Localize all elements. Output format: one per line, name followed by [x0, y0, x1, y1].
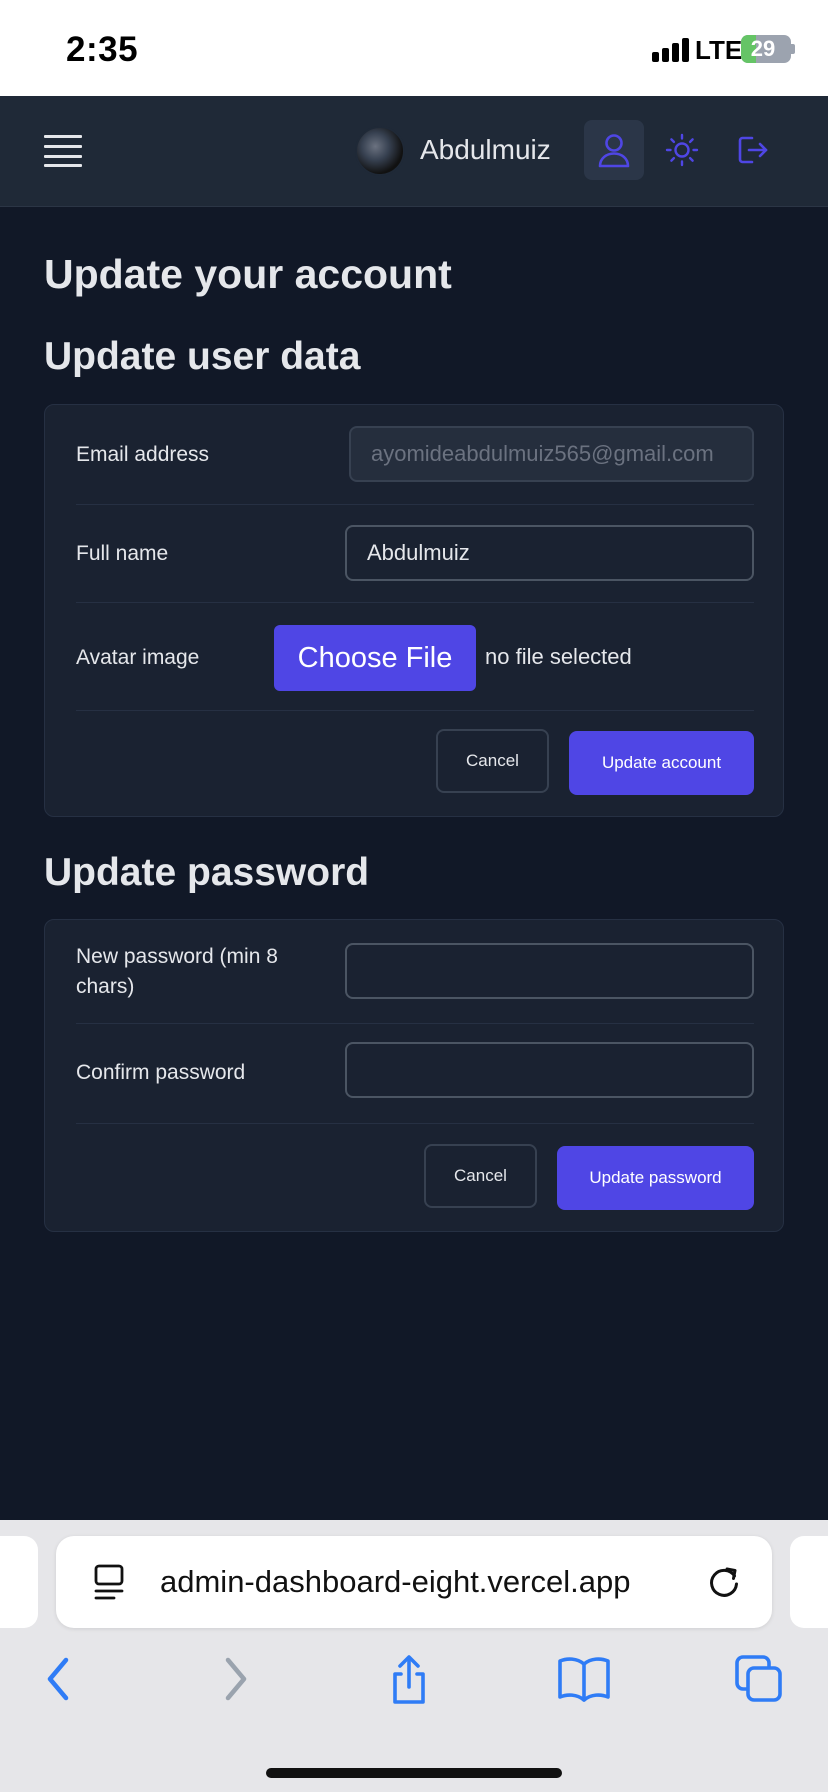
logout-button[interactable]	[722, 120, 782, 180]
form-row-confirm-password: Confirm password	[76, 1024, 754, 1124]
menu-icon[interactable]	[44, 135, 82, 167]
avatar-label: Avatar image	[76, 646, 200, 669]
user-data-form: Email address ayomideabdulmuiz565@gmail.…	[44, 404, 784, 817]
status-bar: 2:35 LTE 29	[0, 0, 828, 96]
logout-icon	[738, 136, 768, 164]
bookmarks-icon[interactable]	[556, 1654, 612, 1704]
account-button[interactable]	[584, 120, 644, 180]
network-type: LTE	[695, 35, 743, 65]
fullname-label: Full name	[76, 542, 169, 565]
tabs-icon[interactable]	[734, 1654, 784, 1704]
cancel-password-button[interactable]: Cancel	[424, 1144, 537, 1208]
form-row-new-password: New password (min 8 chars)	[76, 920, 754, 1024]
home-indicator	[266, 1768, 562, 1778]
battery-percent: 29	[750, 36, 776, 61]
form-row-email: Email address ayomideabdulmuiz565@gmail.…	[76, 405, 754, 505]
app-header: Abdulmuiz	[0, 96, 828, 207]
avatar	[355, 126, 405, 176]
theme-toggle-button[interactable]	[652, 120, 712, 180]
cancel-button[interactable]: Cancel	[436, 729, 549, 793]
user-name: Abdulmuiz	[420, 134, 551, 165]
reload-icon[interactable]	[706, 1562, 742, 1602]
forward-icon[interactable]	[218, 1654, 252, 1704]
confirm-password-field[interactable]	[345, 1042, 754, 1098]
fullname-field[interactable]: Abdulmuiz	[345, 525, 754, 581]
battery-icon: 29	[741, 35, 791, 63]
choose-file-button[interactable]: Choose File	[274, 625, 476, 691]
section-title-password: Update password	[44, 851, 370, 894]
email-field: ayomideabdulmuiz565@gmail.com	[349, 426, 754, 482]
user-icon	[598, 134, 630, 168]
file-status: no file selected	[485, 644, 632, 669]
update-password-button[interactable]: Update password	[557, 1146, 754, 1210]
new-password-label: New password (min 8 chars)	[76, 945, 278, 998]
form-row-fullname: Full name Abdulmuiz	[76, 505, 754, 603]
update-account-button[interactable]: Update account	[569, 731, 754, 795]
section-title-user-data: Update user data	[44, 335, 361, 378]
signal-icon	[652, 38, 690, 62]
next-tab-preview[interactable]	[790, 1536, 828, 1628]
confirm-password-label: Confirm password	[76, 1061, 246, 1084]
page-title: Update your account	[44, 251, 452, 297]
back-icon[interactable]	[42, 1654, 76, 1704]
email-label: Email address	[76, 443, 210, 466]
share-icon[interactable]	[386, 1654, 432, 1706]
url-text: admin-dashboard-eight.vercel.app	[160, 1564, 631, 1599]
browser-bottom-bar: admin-dashboard-eight.vercel.app	[0, 1520, 828, 1792]
battery-nub	[791, 44, 795, 54]
status-time: 2:35	[66, 30, 139, 69]
new-password-field[interactable]	[345, 943, 754, 999]
page-menu-icon[interactable]	[92, 1562, 126, 1602]
address-bar[interactable]: admin-dashboard-eight.vercel.app	[56, 1536, 772, 1628]
password-form: New password (min 8 chars) Confirm passw…	[44, 919, 784, 1232]
sun-icon	[665, 133, 699, 167]
form-row-avatar: Avatar image Choose File no file selecte…	[76, 603, 754, 711]
previous-tab-preview[interactable]	[0, 1536, 38, 1628]
